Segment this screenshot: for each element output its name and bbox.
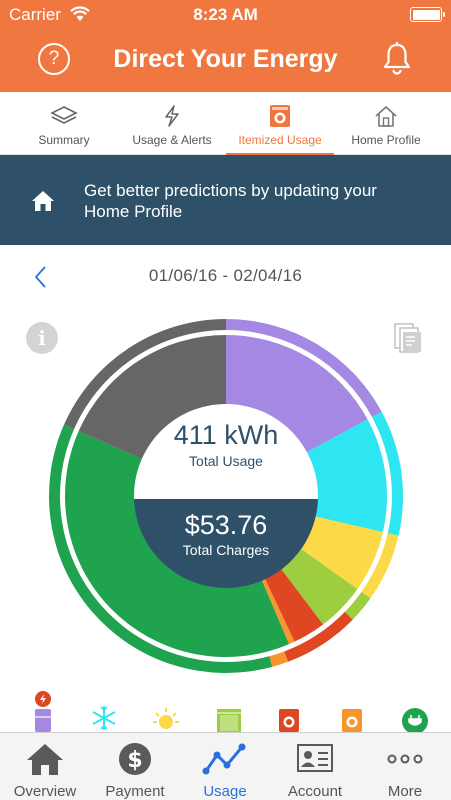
nav-usage[interactable]: Usage [180, 733, 270, 800]
tab-label: Summary [38, 133, 90, 147]
tab-home-profile[interactable]: Home Profile [334, 92, 438, 155]
house-icon [373, 104, 399, 131]
bottom-navigation: Overview $ Payment Usage Account More [0, 732, 451, 800]
tab-usage-alerts[interactable]: Usage & Alerts [118, 92, 226, 155]
usage-value: 411 kWh [173, 420, 279, 450]
layers-icon [50, 104, 78, 131]
tab-summary[interactable]: Summary [0, 92, 128, 155]
home-icon [31, 190, 55, 217]
nav-payment[interactable]: $ Payment [90, 733, 180, 800]
tab-label: Usage & Alerts [132, 133, 212, 147]
tab-label: Itemized Usage [238, 133, 322, 147]
billing-period: 01/06/16 - 02/04/16 [148, 266, 303, 285]
nav-label: More [387, 783, 423, 800]
nav-overview[interactable]: Overview [0, 733, 90, 800]
appliance-icon [269, 104, 291, 131]
total-charges: $53.76 Total Charges [138, 510, 314, 558]
status-bar: Carrier 8:23 AM [0, 0, 451, 30]
total-usage: 411 kWh Total Usage [138, 420, 314, 469]
tab-bar: Summary Usage & Alerts Itemized Usage Ho… [0, 92, 451, 156]
nav-label: Overview [13, 783, 77, 800]
svg-text:$: $ [127, 748, 142, 773]
charges-value: $53.76 [184, 510, 268, 540]
bell-icon[interactable] [381, 41, 413, 82]
more-dots-icon [385, 741, 425, 782]
charges-label: Total Charges [182, 542, 270, 558]
tab-itemized-usage[interactable]: Itemized Usage [226, 92, 334, 156]
usage-breakdown-chart [48, 319, 403, 673]
battery-icon [410, 7, 445, 22]
tab-label: Home Profile [351, 133, 421, 147]
line-graph-icon [202, 741, 248, 782]
nav-label: Account [287, 783, 343, 800]
dollar-icon: $ [117, 741, 153, 782]
usage-label: Total Usage [189, 453, 263, 469]
nav-more[interactable]: More [360, 733, 450, 800]
banner-message: Get better predictions by updating your … [84, 181, 377, 221]
nav-account[interactable]: Account [270, 733, 360, 800]
nav-label: Usage [203, 783, 247, 800]
id-card-icon [296, 741, 334, 780]
appliance-legend [0, 690, 451, 734]
lightning-icon [162, 104, 182, 131]
house-icon [25, 741, 65, 782]
app-header: Carrier 8:23 AM ? Direct Your Energy [0, 0, 451, 92]
nav-label: Payment [105, 783, 165, 800]
refrigerator-icon[interactable] [32, 690, 54, 737]
clock: 8:23 AM [193, 5, 258, 24]
home-profile-banner[interactable]: Get better predictions by updating your … [0, 155, 451, 245]
